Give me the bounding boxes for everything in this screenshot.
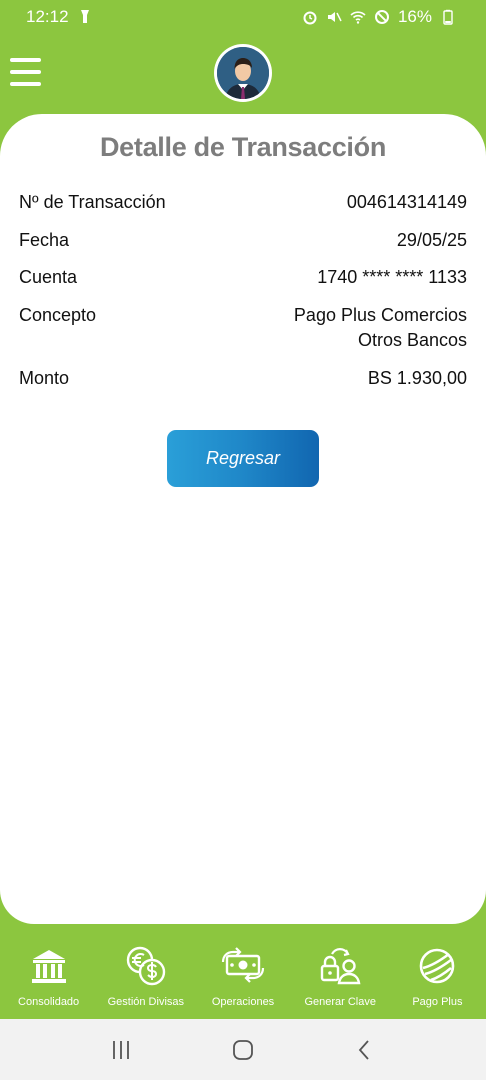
- wifi-icon: [350, 9, 366, 25]
- status-bar: 12:12 16%: [0, 0, 486, 34]
- alarm-icon: [302, 9, 318, 25]
- nav-label: Consolidado: [18, 996, 80, 1008]
- nav-label: Pago Plus: [412, 996, 463, 1008]
- detail-label: Cuenta: [19, 267, 78, 287]
- nav-item-pago-plus[interactable]: Pago Plus: [389, 930, 486, 1019]
- detail-row-account: Cuenta 1740 **** **** 1133: [19, 265, 467, 290]
- status-time: 12:12: [26, 7, 69, 26]
- lock-user-icon: [316, 942, 364, 990]
- nav-item-consolidado[interactable]: Consolidado: [0, 930, 97, 1019]
- status-left: 12:12: [26, 7, 93, 27]
- user-avatar-icon[interactable]: [214, 44, 272, 102]
- detail-value-line: Pago Plus Comercios: [293, 305, 467, 325]
- pago-plus-icon: [413, 942, 461, 990]
- detail-value: 004614314149: [346, 192, 467, 212]
- nav-item-gestion-divisas[interactable]: Gestión Divisas: [97, 930, 194, 1019]
- system-nav-bar: [0, 1019, 486, 1080]
- back-icon[interactable]: [345, 1030, 385, 1070]
- detail-row-date: Fecha 29/05/25: [19, 228, 467, 253]
- bank-icon: [25, 942, 73, 990]
- currency-exchange-icon: [122, 942, 170, 990]
- battery-text: 16%: [397, 7, 432, 26]
- detail-value: 29/05/25: [396, 230, 467, 250]
- page-title: Detalle de Transacción: [99, 132, 387, 162]
- mute-icon: [326, 9, 342, 25]
- nav-label: Gestión Divisas: [107, 996, 185, 1008]
- detail-value: Pago Plus Comercios Otros Bancos: [294, 303, 467, 353]
- detail-label: Monto: [19, 368, 70, 388]
- bottom-nav: Consolidado Gestión Divisas Operaciones: [0, 930, 486, 1019]
- nav-label: Generar Clave: [304, 996, 376, 1008]
- money-transfer-icon: [219, 942, 267, 990]
- detail-row-amount: Monto BS 1.930,00: [19, 366, 467, 391]
- nav-label: Operaciones: [211, 996, 275, 1008]
- back-button[interactable]: Regresar: [167, 430, 319, 487]
- transaction-detail-card: Detalle de Transacción Nº de Transacción…: [0, 114, 486, 924]
- status-right: 16%: [302, 7, 456, 27]
- detail-label: Fecha: [19, 230, 70, 250]
- detail-row-concept: Concepto Pago Plus Comercios Otros Banco…: [19, 303, 467, 353]
- detail-label: Concepto: [19, 305, 97, 325]
- home-icon[interactable]: [223, 1030, 263, 1070]
- detail-value-line: Otros Bancos: [357, 330, 467, 350]
- detail-value: BS 1.930,00: [367, 368, 467, 388]
- hamburger-menu-icon[interactable]: [10, 58, 42, 86]
- app-header: [0, 34, 486, 114]
- detail-label: Nº de Transacción: [19, 192, 166, 212]
- detail-row-transaction-number: Nº de Transacción 004614314149: [19, 190, 467, 215]
- do-not-disturb-icon: [374, 9, 390, 25]
- nav-item-operaciones[interactable]: Operaciones: [194, 930, 291, 1019]
- battery-icon: [440, 9, 456, 25]
- nav-item-generar-clave[interactable]: Generar Clave: [292, 930, 389, 1019]
- recent-apps-icon[interactable]: [101, 1030, 141, 1070]
- detail-value: 1740 **** **** 1133: [317, 267, 467, 287]
- flashlight-icon: [77, 9, 93, 25]
